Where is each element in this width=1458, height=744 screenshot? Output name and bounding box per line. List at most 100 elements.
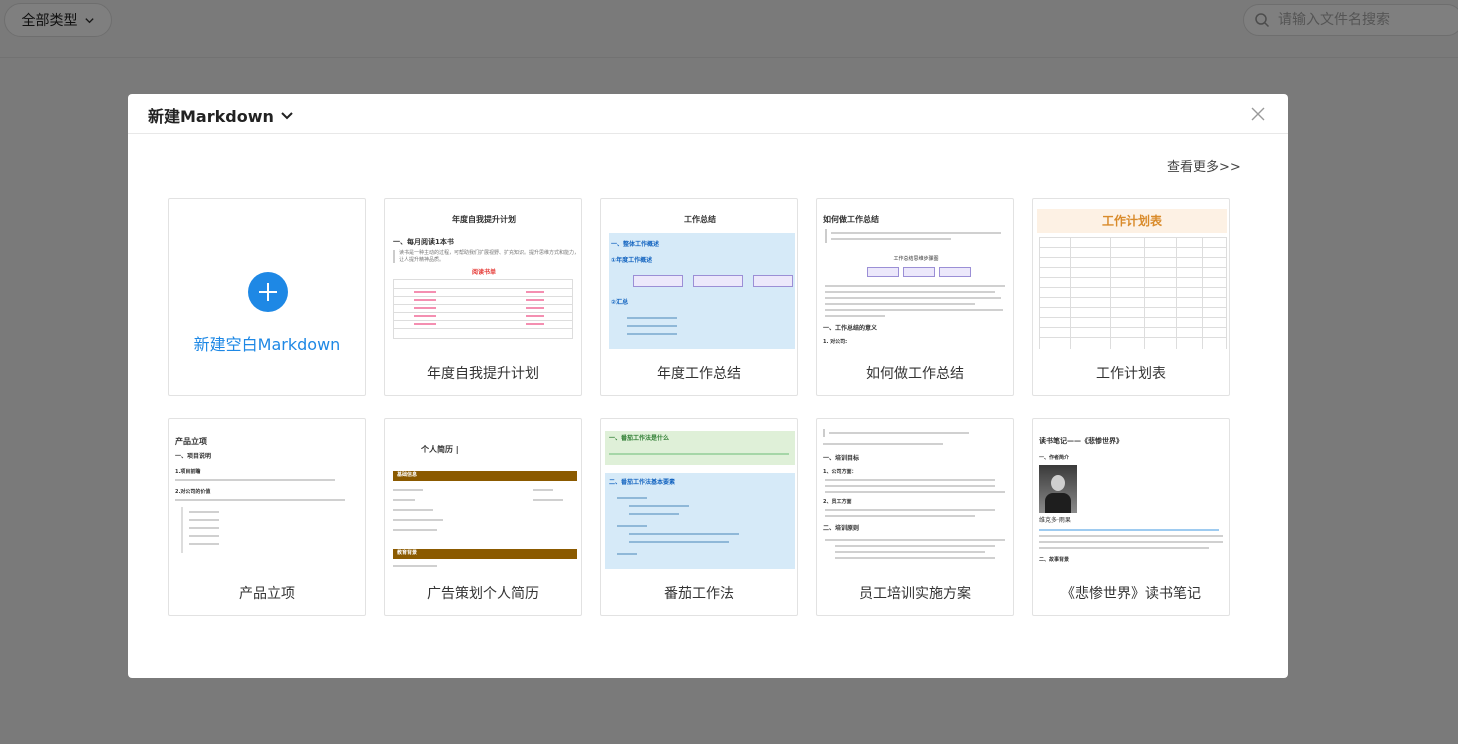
dialog-title: 新建Markdown xyxy=(148,107,274,126)
see-more-link[interactable]: 查看更多>> xyxy=(1167,156,1241,175)
new-blank-markdown-card[interactable]: 新建空白Markdown xyxy=(168,198,366,396)
template-label: 年度自我提升计划 xyxy=(427,366,539,382)
chevron-down-icon xyxy=(281,112,293,120)
template-label: 《悲惨世界》读书笔记 xyxy=(1061,586,1201,602)
text-line xyxy=(1039,541,1223,543)
thumb-green-panel: 一、番茄工作法是什么 xyxy=(605,431,795,465)
thumb-heading: 一、每月阅读1本书 xyxy=(393,238,454,246)
flow-box xyxy=(903,267,935,277)
template-card-how-to-summarize[interactable]: 如何做工作总结 工作总结思维步骤图 一、工作总结的意义 1. 对公司: 如何做工… xyxy=(816,198,1014,396)
thumb-sub1: ①年度工作概述 xyxy=(611,257,653,264)
dialog-header: 新建Markdown xyxy=(128,94,1288,134)
new-markdown-dialog: 新建Markdown 查看更多>> 新建空白Markdown 年度自我提升计划 … xyxy=(128,94,1288,678)
thumb-sub: 1. 对公司: xyxy=(823,339,848,345)
template-thumbnail: 读书笔记——《悲惨世界》 一、作者简介 维克多·雨果 二、故事背景 xyxy=(1037,423,1227,569)
template-label: 番茄工作法 xyxy=(664,586,734,602)
template-label: 年度工作总结 xyxy=(657,366,741,382)
thumb-heading: 一、整体工作概述 xyxy=(611,241,660,248)
thumb-title: 如何做工作总结 xyxy=(823,215,879,224)
thumb-heading: 一、工作总结的意义 xyxy=(823,325,878,332)
flow-box xyxy=(753,275,793,287)
thumb-title: 个人简历 | xyxy=(421,445,459,454)
thumb-section-bar: 基础信息 xyxy=(393,471,577,481)
text-line xyxy=(835,557,995,559)
blank-card-label: 新建空白Markdown xyxy=(193,335,341,354)
text-line xyxy=(1039,535,1223,537)
flow-box xyxy=(867,267,899,277)
text-line xyxy=(393,499,415,501)
thumb-title: 产品立项 xyxy=(175,437,207,446)
thumb-title: 工作总结 xyxy=(684,215,716,224)
template-card-training-plan[interactable]: 一、培训目标 1、公司方面： 2、员工方面 二、培训原则 员工培训实施方案 xyxy=(816,418,1014,616)
text-line xyxy=(825,491,1005,493)
template-thumbnail: 如何做工作总结 工作总结思维步骤图 一、工作总结的意义 1. 对公司: xyxy=(821,203,1011,349)
table-row-line xyxy=(394,288,572,289)
table-pink-column xyxy=(414,291,454,331)
text-line xyxy=(393,529,437,531)
text-line xyxy=(533,499,563,501)
template-card-resume[interactable]: 个人简历 | 基础信息 教育背景 广告策划个人简历 xyxy=(384,418,582,616)
text-line xyxy=(627,317,677,319)
thumb-title: 读书笔记——《悲惨世界》 xyxy=(1039,437,1123,445)
text-line xyxy=(175,499,345,501)
thumb-diagram-title: 工作总结思维步骤图 xyxy=(893,256,939,262)
text-line xyxy=(835,551,985,553)
thumb-section2: 教育背景 xyxy=(397,550,418,556)
template-thumbnail: 年度自我提升计划 一、每月阅读1本书 读书是一种主动的过程，可帮助我们扩展视野、… xyxy=(389,203,579,349)
text-line xyxy=(825,297,1001,299)
template-card-pomodoro[interactable]: 一、番茄工作法是什么 二、番茄工作法基本要素 番茄工作法 xyxy=(600,418,798,616)
text-line xyxy=(825,509,995,511)
thumb-quote-bar xyxy=(825,229,1007,243)
text-line xyxy=(825,291,995,293)
text-line xyxy=(393,519,443,521)
template-card-work-plan[interactable]: 工作计划表 工作计划表 xyxy=(1032,198,1230,396)
text-line xyxy=(825,539,1005,541)
thumb-quote-bar xyxy=(823,429,1005,437)
thumb-title: 工作计划表 xyxy=(1101,214,1162,228)
template-card-annual-self-improvement[interactable]: 年度自我提升计划 一、每月阅读1本书 读书是一种主动的过程，可帮助我们扩展视野、… xyxy=(384,198,582,396)
thumb-sub1: 1.项目前瞻 xyxy=(175,469,201,475)
thumb-heading2: 二、培训原则 xyxy=(823,525,860,532)
thumb-sub1: 1、公司方面： xyxy=(823,469,857,475)
template-thumbnail: 产品立项 一、项目说明 1.项目前瞻 2.对公司的价值 xyxy=(173,423,363,569)
thumb-table xyxy=(1039,237,1227,349)
text-line xyxy=(175,479,335,481)
thumb-heading1: 一、作者简介 xyxy=(1039,455,1070,461)
thumb-blue-panel: 一、整体工作概述 ①年度工作概述 ②汇总 xyxy=(609,233,795,349)
plus-icon xyxy=(248,272,288,312)
dialog-title-dropdown[interactable]: 新建Markdown xyxy=(148,103,294,127)
template-card-product-proposal[interactable]: 产品立项 一、项目说明 1.项目前瞻 2.对公司的价值 产品立项 xyxy=(168,418,366,616)
template-card-annual-work-summary[interactable]: 工作总结 一、整体工作概述 ①年度工作概述 ②汇总 年度工作总结 xyxy=(600,198,798,396)
close-icon[interactable] xyxy=(1250,106,1266,122)
thumb-section1: 基础信息 xyxy=(397,472,418,478)
table-pink-column xyxy=(526,291,566,331)
text-line xyxy=(393,489,423,491)
template-thumbnail: 个人简历 | 基础信息 教育背景 xyxy=(389,423,579,569)
thumb-sub2: ②汇总 xyxy=(611,299,629,306)
thumb-heading1: 一、番茄工作法是什么 xyxy=(609,435,670,442)
text-line xyxy=(823,443,943,445)
thumb-heading2: 二、故事背景 xyxy=(1039,557,1070,563)
template-thumbnail: 工作计划表 xyxy=(1037,203,1227,349)
text-line xyxy=(393,565,437,567)
template-card-reading-notes[interactable]: 读书笔记——《悲惨世界》 一、作者简介 维克多·雨果 二、故事背景 《悲惨世界》… xyxy=(1032,418,1230,616)
template-label: 广告策划个人简历 xyxy=(427,586,539,602)
text-line xyxy=(627,325,677,327)
thumb-table xyxy=(393,279,573,339)
author-portrait xyxy=(1039,465,1077,513)
text-line xyxy=(825,285,1005,287)
thumb-list xyxy=(181,507,243,553)
text-line xyxy=(825,479,995,481)
thumb-title: 年度自我提升计划 xyxy=(452,215,516,224)
template-thumbnail: 一、番茄工作法是什么 二、番茄工作法基本要素 xyxy=(605,423,795,569)
template-label: 产品立项 xyxy=(239,586,295,602)
thumb-heading2: 二、番茄工作法基本要素 xyxy=(609,479,676,486)
text-line xyxy=(533,489,553,491)
thumb-sub2: 2.对公司的价值 xyxy=(175,489,211,495)
thumb-author: 维克多·雨果 xyxy=(1039,517,1071,524)
text-line xyxy=(825,309,1003,311)
text-line xyxy=(825,485,995,487)
text-line xyxy=(825,303,975,305)
text-line xyxy=(825,515,975,517)
template-thumbnail: 一、培训目标 1、公司方面： 2、员工方面 二、培训原则 xyxy=(821,423,1011,569)
